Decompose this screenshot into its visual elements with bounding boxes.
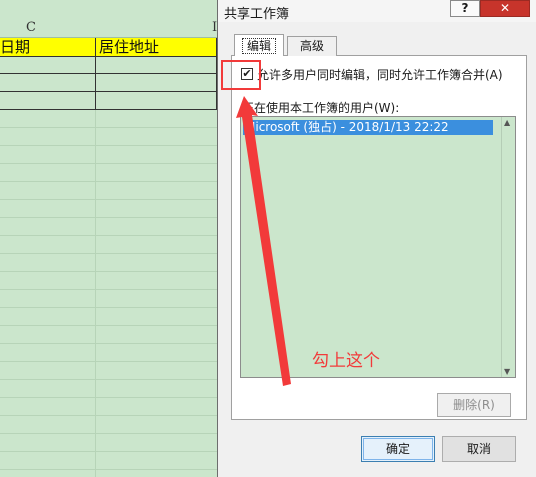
gridline [95, 110, 96, 477]
users-list[interactable]: Microsoft (独占) - 2018/1/13 22:22 ▲ ▼ [240, 116, 516, 378]
help-button[interactable]: ? [450, 0, 480, 17]
header-cell-date[interactable]: 日期 [0, 38, 30, 57]
gridline [0, 361, 220, 362]
screen: C I 日期 居住地址 共享工作簿 ? ✕ 高级 编辑 ✔ 允许多用户同时编辑，… [0, 0, 536, 477]
table-border [0, 91, 220, 92]
annotation-text: 勾上这个 [312, 351, 380, 371]
gridline [0, 415, 220, 416]
table-border [0, 109, 220, 110]
gridline [0, 397, 220, 398]
scroll-up-icon[interactable]: ▲ [504, 118, 510, 127]
tab-edit[interactable]: 编辑 [234, 34, 284, 56]
gridline [0, 469, 220, 470]
users-list-scrollbar[interactable]: ▲ ▼ [501, 117, 515, 377]
gridline [0, 307, 220, 308]
gridline [0, 289, 220, 290]
gridline [0, 217, 220, 218]
tab-advanced-label: 高级 [299, 39, 324, 53]
help-icon: ? [461, 1, 469, 15]
gridline [0, 325, 220, 326]
dialog-titlebar[interactable]: 共享工作簿 ? ✕ [218, 0, 536, 22]
gridline [0, 145, 220, 146]
table-border [0, 73, 220, 74]
gridline [0, 127, 220, 128]
gridline [0, 379, 220, 380]
scroll-down-icon[interactable]: ▼ [504, 367, 510, 376]
gridline [0, 163, 220, 164]
gridline [0, 235, 220, 236]
gridline [0, 271, 220, 272]
gridline [0, 451, 220, 452]
header-row: 日期 居住地址 [0, 38, 220, 57]
column-letter-c[interactable]: C [26, 20, 36, 35]
header-cell-address[interactable]: 居住地址 [99, 38, 159, 57]
close-button[interactable]: ✕ [480, 0, 530, 17]
gridline [0, 181, 220, 182]
table-border [95, 38, 96, 110]
allow-multi-user-label[interactable]: 允许多用户同时编辑，同时允许工作簿合并(A) [257, 66, 503, 83]
remove-user-button[interactable]: 删除(R) [437, 393, 511, 417]
dialog-title: 共享工作簿 [224, 7, 290, 22]
gridline [0, 253, 220, 254]
tab-edit-label: 编辑 [241, 38, 276, 54]
share-workbook-dialog: 共享工作簿 ? ✕ 高级 编辑 ✔ 允许多用户同时编辑，同时允许工作簿合并(A)… [217, 0, 536, 477]
users-list-label: 正在使用本工作簿的用户(W): [242, 101, 400, 115]
list-item[interactable]: Microsoft (独占) - 2018/1/13 22:22 [243, 120, 493, 135]
close-icon: ✕ [499, 1, 511, 15]
column-header-row: C I [0, 18, 220, 38]
ok-button[interactable]: 确定 [361, 436, 435, 462]
gridline [0, 433, 220, 434]
cancel-button[interactable]: 取消 [442, 436, 516, 462]
gridline [0, 343, 220, 344]
gridline [0, 199, 220, 200]
annotation-highlight-box [221, 60, 261, 90]
tab-advanced[interactable]: 高级 [287, 36, 337, 56]
spreadsheet: C I 日期 居住地址 [0, 0, 220, 477]
